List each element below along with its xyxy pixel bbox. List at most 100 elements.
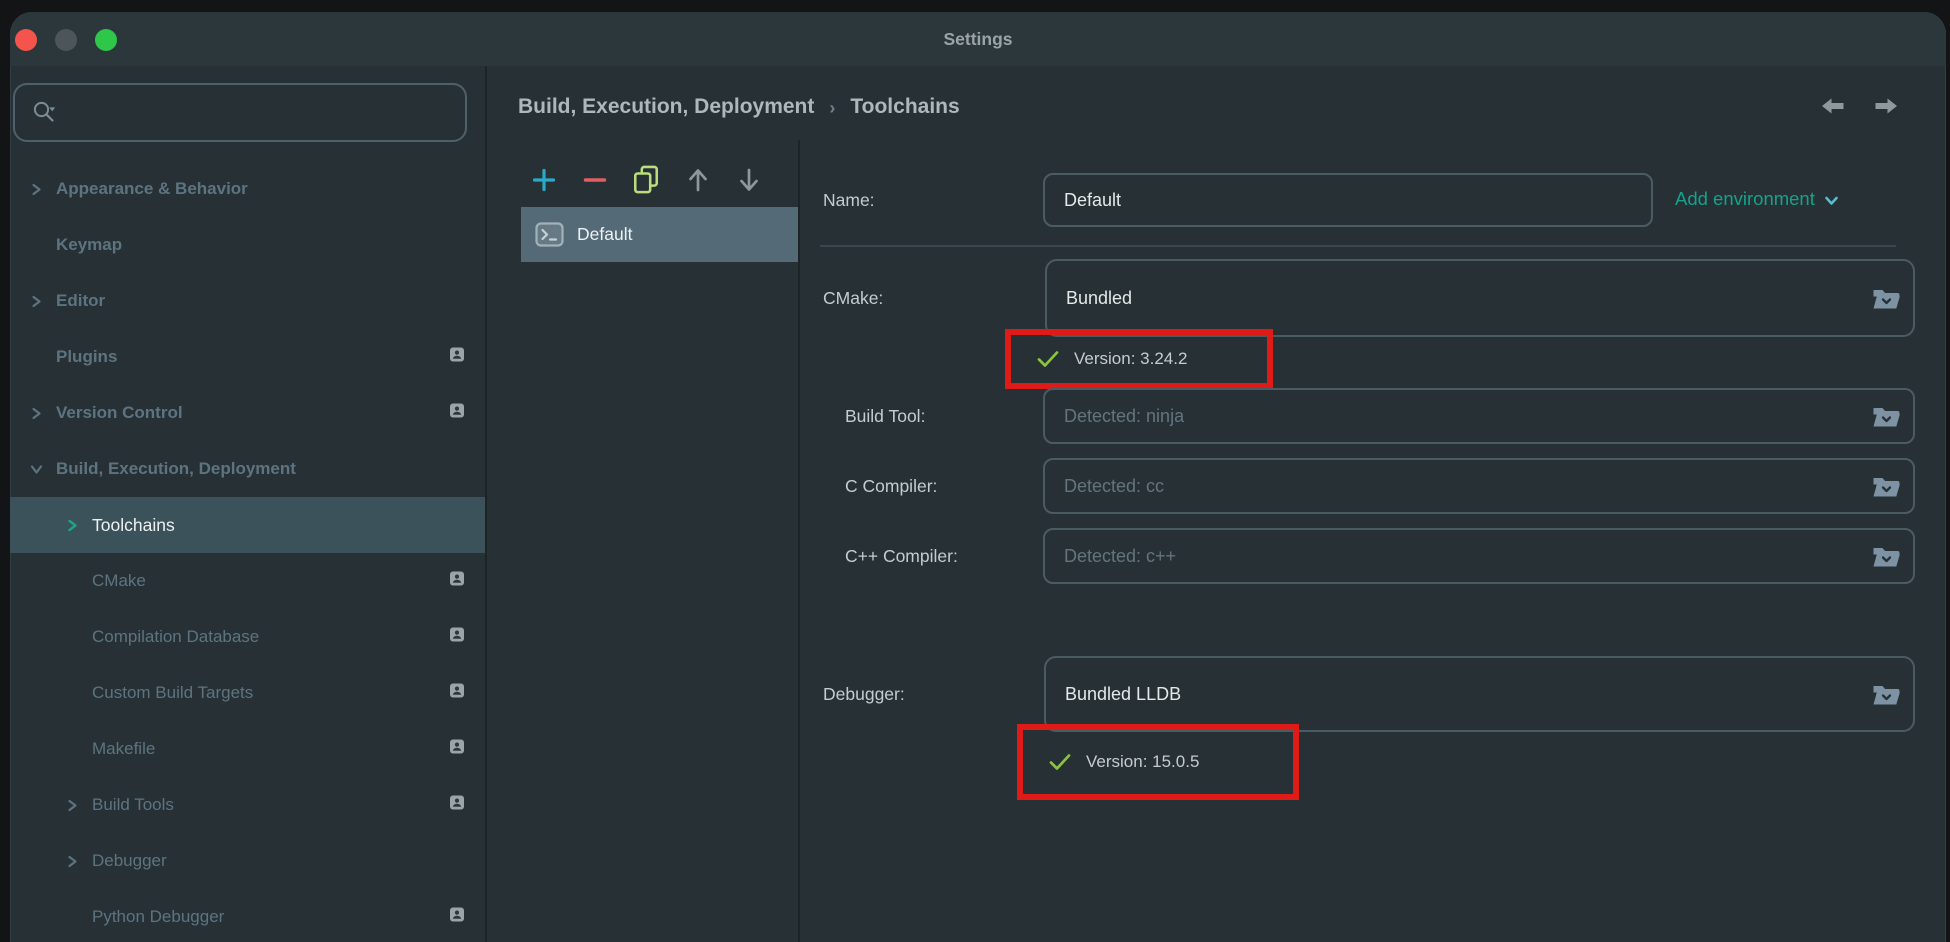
back-button[interactable] (1820, 95, 1846, 117)
minimize-button[interactable] (55, 29, 77, 51)
sidebar-item-python-debugger[interactable]: Python Debugger (10, 889, 485, 942)
add-toolchain-button[interactable] (530, 165, 558, 195)
sidebar-item-keymap[interactable]: Keymap (10, 217, 485, 273)
chevron-right-icon (64, 797, 80, 813)
folder-browse-icon[interactable] (1871, 473, 1901, 500)
chevron-down-icon (1824, 193, 1839, 206)
sidebar-item-label: Custom Build Targets (92, 683, 253, 703)
cmake-input[interactable] (1047, 288, 1871, 309)
name-field (1043, 173, 1653, 227)
check-icon (1049, 753, 1071, 771)
sidebar-divider (485, 66, 487, 942)
window-title: Settings (10, 12, 1946, 66)
folder-browse-icon[interactable] (1871, 403, 1901, 430)
sidebar-item-label: Python Debugger (92, 907, 224, 927)
build-tool-field (1043, 388, 1915, 444)
sidebar-item-label: Compilation Database (92, 627, 259, 647)
c-compiler-label: C Compiler: (845, 475, 937, 497)
c-compiler-field (1043, 458, 1915, 514)
check-icon (1037, 350, 1059, 368)
sidebar-item-toolchains[interactable]: Toolchains (10, 497, 485, 553)
pane-divider (798, 140, 800, 942)
cmake-field (1045, 259, 1915, 337)
sidebar-item-label: Build, Execution, Deployment (56, 459, 296, 479)
cmake-label: CMake: (823, 287, 883, 309)
sidebar-item-cmake[interactable]: CMake (10, 553, 485, 609)
chevron-right-icon (28, 405, 44, 421)
breadcrumb-current: Toolchains (850, 95, 959, 119)
sidebar-item-makefile[interactable]: Makefile (10, 721, 485, 777)
sidebar-item-plugins[interactable]: Plugins (10, 329, 485, 385)
breadcrumb-parent[interactable]: Build, Execution, Deployment (518, 95, 814, 119)
toolchain-name: Default (577, 224, 632, 245)
chevron-right-icon (64, 517, 80, 533)
add-environment-label: Add environment (1675, 188, 1815, 210)
sidebar-item-version-control[interactable]: Version Control (10, 385, 485, 441)
ide-settings-icon (449, 347, 465, 368)
sidebar-item-build-execution-deployment[interactable]: Build, Execution, Deployment (10, 441, 485, 497)
search-icon (31, 99, 58, 126)
sidebar-item-debugger[interactable]: Debugger (10, 833, 485, 889)
move-down-button[interactable] (735, 165, 763, 195)
move-up-button[interactable] (684, 165, 712, 195)
ide-settings-icon (449, 403, 465, 424)
folder-browse-icon[interactable] (1871, 285, 1901, 312)
search-input[interactable] (68, 102, 455, 124)
cmake-version-annotation: Version: 3.24.2 (1005, 329, 1273, 389)
cpp-compiler-input[interactable] (1045, 546, 1871, 567)
debugger-label: Debugger: (823, 683, 905, 705)
debugger-version-text: Version: 15.0.5 (1086, 752, 1199, 772)
sidebar-item-build-tools[interactable]: Build Tools (10, 777, 485, 833)
debugger-field (1044, 656, 1915, 732)
copy-toolchain-button[interactable] (632, 165, 660, 195)
chevron-spacer (64, 741, 80, 757)
chevron-spacer (64, 909, 80, 925)
folder-browse-icon[interactable] (1871, 681, 1901, 708)
name-label: Name: (823, 189, 875, 211)
build-tool-input[interactable] (1045, 406, 1871, 427)
ide-settings-icon (449, 683, 465, 704)
add-environment-dropdown[interactable]: Add environment (1675, 184, 1839, 214)
sidebar-item-label: Toolchains (92, 515, 175, 536)
chevron-spacer (64, 629, 80, 645)
settings-window: Settings Appearance & Behavior Keymap Ed… (0, 0, 1950, 942)
terminal-icon (535, 222, 564, 247)
debugger-input[interactable] (1046, 684, 1871, 705)
cmake-version-text: Version: 3.24.2 (1074, 349, 1187, 369)
sidebar-item-custom-build-targets[interactable]: Custom Build Targets (10, 665, 485, 721)
c-compiler-input[interactable] (1045, 476, 1871, 497)
sidebar-item-label: Debugger (92, 851, 167, 871)
sidebar-item-editor[interactable]: Editor (10, 273, 485, 329)
chevron-spacer (28, 349, 44, 365)
build-tool-label: Build Tool: (845, 405, 925, 427)
breadcrumb: Build, Execution, Deployment › Toolchain… (518, 92, 960, 122)
chevron-down-icon (28, 461, 44, 477)
debugger-version-annotation: Version: 15.0.5 (1017, 724, 1299, 800)
chevron-spacer (64, 573, 80, 589)
sidebar-item-label: Plugins (56, 347, 117, 367)
remove-toolchain-button[interactable] (581, 165, 609, 195)
close-button[interactable] (15, 29, 37, 51)
ide-settings-icon (449, 571, 465, 592)
cpp-compiler-field (1043, 528, 1915, 584)
breadcrumb-separator-icon: › (829, 96, 835, 119)
chevron-right-icon (28, 181, 44, 197)
sidebar-item-label: Appearance & Behavior (56, 179, 248, 199)
folder-browse-icon[interactable] (1871, 543, 1901, 570)
chevron-spacer (28, 237, 44, 253)
ide-settings-icon (449, 739, 465, 760)
toolchain-list-item-default[interactable]: Default (521, 207, 798, 262)
settings-search-field[interactable] (13, 83, 467, 142)
ide-settings-icon (449, 627, 465, 648)
sidebar-item-label: Keymap (56, 235, 122, 255)
section-separator (820, 245, 1896, 247)
forward-button[interactable] (1872, 95, 1898, 117)
cpp-compiler-label: C++ Compiler: (845, 545, 958, 567)
sidebar-item-appearance-behavior[interactable]: Appearance & Behavior (10, 161, 485, 217)
sidebar-item-label: CMake (92, 571, 146, 591)
sidebar-item-compilation-database[interactable]: Compilation Database (10, 609, 485, 665)
zoom-button[interactable] (95, 29, 117, 51)
name-input[interactable] (1045, 190, 1651, 211)
chevron-right-icon (64, 853, 80, 869)
chevron-spacer (64, 685, 80, 701)
